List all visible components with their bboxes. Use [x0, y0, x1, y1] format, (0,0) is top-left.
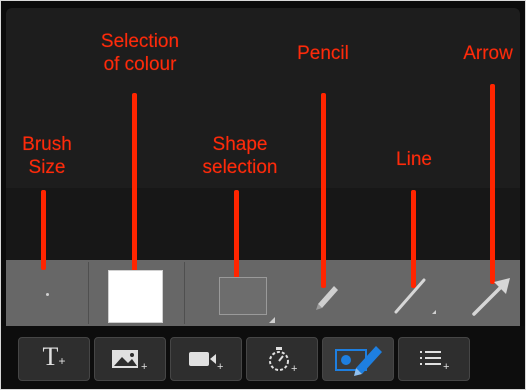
video-plus-icon: + — [189, 352, 223, 372]
line-icon[interactable] — [388, 272, 436, 320]
shape-selection-button[interactable] — [219, 277, 275, 323]
add-timer-button[interactable]: + — [246, 337, 318, 381]
stopwatch-plus-icon: + — [269, 347, 297, 374]
shape-pointer — [234, 190, 239, 282]
strip-divider — [88, 262, 89, 324]
colour-swatch[interactable] — [108, 270, 163, 323]
list-plus-icon: + — [420, 351, 449, 372]
svg-text:+: + — [291, 363, 297, 374]
image-plus-icon: + — [112, 350, 147, 372]
selection-of-colour-label: Selection of colour — [100, 31, 180, 75]
arrow-label: Arrow — [463, 43, 513, 64]
add-text-button[interactable]: T+ — [18, 337, 90, 381]
svg-text:+: + — [141, 361, 147, 372]
pencil-label: Pencil — [297, 43, 349, 64]
canvas-area-lower — [6, 188, 520, 260]
shape-selection-label: Shape selection — [202, 134, 278, 178]
pencil-pointer — [321, 93, 326, 288]
brush-size-pointer — [41, 190, 46, 270]
add-video-button[interactable]: + — [170, 337, 242, 381]
strip-divider — [184, 262, 185, 324]
arrow-icon[interactable] — [468, 272, 516, 320]
svg-text:+: + — [217, 361, 223, 372]
add-image-button[interactable]: + — [94, 337, 166, 381]
draw-button[interactable] — [322, 337, 394, 381]
pencil-icon[interactable] — [306, 274, 346, 314]
draw-icon — [335, 346, 382, 376]
add-list-button[interactable]: + — [398, 337, 470, 381]
line-label: Line — [396, 149, 432, 170]
arrow-pointer — [490, 84, 495, 284]
colour-pointer — [132, 93, 137, 278]
text-plus-icon: T+ — [42, 342, 66, 371]
brush-size-button[interactable] — [46, 293, 49, 296]
brush-size-label: Brush Size — [22, 134, 72, 178]
svg-text:+: + — [443, 361, 449, 372]
